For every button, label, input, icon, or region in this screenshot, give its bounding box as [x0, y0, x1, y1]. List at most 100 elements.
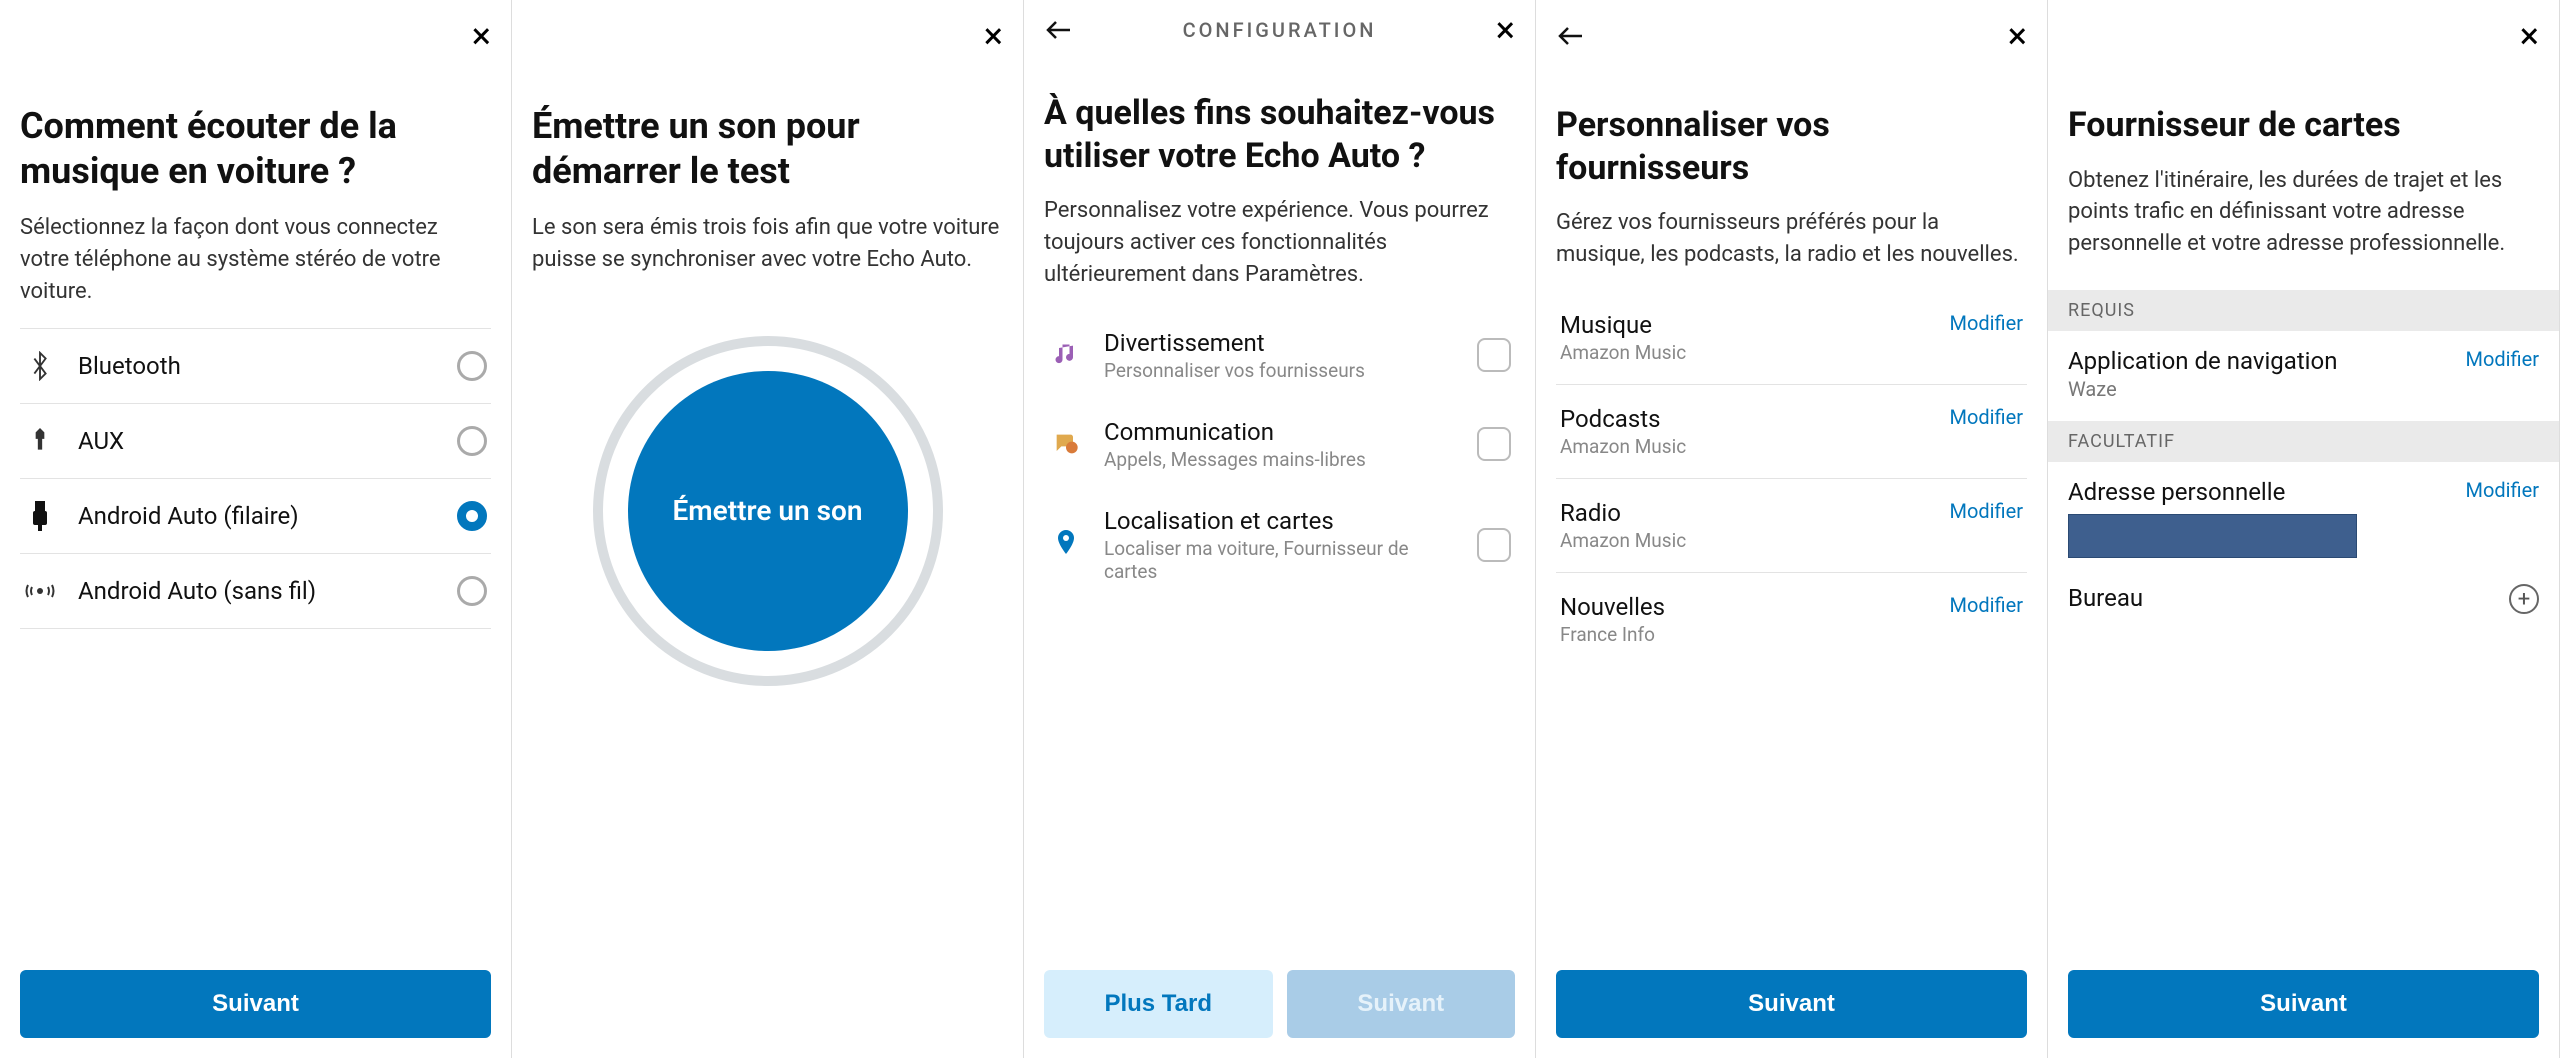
topbar: × — [1536, 0, 2047, 64]
provider-value: Amazon Music — [1560, 529, 1686, 552]
radio-unchecked[interactable] — [457, 576, 487, 606]
footer: Suivant — [0, 950, 511, 1058]
feature-checkbox[interactable] — [1477, 427, 1511, 461]
provider-value: Amazon Music — [1560, 341, 1686, 364]
close-icon[interactable]: × — [472, 18, 491, 54]
provider-title: Radio — [1560, 499, 1686, 527]
providers-list: Musique Amazon Music Modifier Podcasts A… — [1556, 291, 2027, 666]
music-note-icon — [1048, 341, 1084, 369]
feature-text: Divertissement Personnaliser vos fournis… — [1104, 329, 1457, 382]
provider-music: Musique Amazon Music Modifier — [1556, 291, 2027, 385]
office-address-row: Bureau + — [2068, 568, 2539, 624]
close-icon[interactable]: × — [2008, 18, 2027, 54]
nav-app-value: Waze — [2068, 377, 2337, 401]
next-button[interactable]: Suivant — [2068, 970, 2539, 1038]
wireless-icon — [24, 579, 56, 603]
modify-link[interactable]: Modifier — [1950, 499, 2023, 523]
aux-jack-icon — [24, 427, 56, 455]
feature-entertainment[interactable]: Divertissement Personnaliser vos fournis… — [1044, 311, 1515, 400]
provider-title: Podcasts — [1560, 405, 1686, 433]
provider-value: Amazon Music — [1560, 435, 1686, 458]
modify-link[interactable]: Modifier — [1950, 311, 2023, 335]
sound-button-wrap: Émettre un son — [532, 336, 1003, 686]
topbar: × — [2048, 0, 2559, 64]
feature-checkbox[interactable] — [1477, 528, 1511, 562]
home-address-input[interactable] — [2068, 514, 2357, 558]
nav-app-row: Application de navigation Waze Modifier — [2068, 331, 2539, 411]
modify-link[interactable]: Modifier — [2466, 347, 2539, 371]
close-icon[interactable]: × — [984, 18, 1003, 54]
modify-link[interactable]: Modifier — [1950, 593, 2023, 617]
feature-text: Localisation et cartes Localiser ma voit… — [1104, 507, 1457, 583]
option-label: Bluetooth — [78, 352, 435, 380]
feature-location[interactable]: Localisation et cartes Localiser ma voit… — [1044, 489, 1515, 601]
home-address-label: Adresse personnelle — [2068, 478, 2454, 506]
option-label: AUX — [78, 427, 435, 455]
page-title: À quelles fins souhaitez-vous utiliser v… — [1044, 92, 1515, 177]
panel-map-provider: × Fournisseur de cartes Obtenez l'itinér… — [2048, 0, 2560, 1058]
page-subtitle: Personnalisez votre expérience. Vous pou… — [1044, 195, 1515, 291]
nav-app-label: Application de navigation — [2068, 347, 2337, 375]
content: Personnaliser vos fournisseurs Gérez vos… — [1536, 64, 2047, 950]
next-button[interactable]: Suivant — [20, 970, 491, 1038]
add-office-icon[interactable]: + — [2509, 584, 2539, 614]
topbar: CONFIGURATION × — [1024, 0, 1535, 52]
page-subtitle: Gérez vos fournisseurs préférés pour la … — [1556, 207, 2027, 271]
next-button[interactable]: Suivant — [1556, 970, 2027, 1038]
panel-configuration: CONFIGURATION × À quelles fins souhaitez… — [1024, 0, 1536, 1058]
panel-audio-connection: × Comment écouter de la musique en voitu… — [0, 0, 512, 1058]
content: À quelles fins souhaitez-vous utiliser v… — [1024, 52, 1535, 950]
feature-text: Communication Appels, Messages mains-lib… — [1104, 418, 1457, 471]
chat-bubble-icon — [1048, 430, 1084, 458]
option-label: Android Auto (sans fil) — [78, 577, 435, 605]
emit-sound-button[interactable]: Émettre un son — [628, 371, 908, 651]
sound-button-ring: Émettre un son — [593, 336, 943, 686]
modify-link[interactable]: Modifier — [1950, 405, 2023, 429]
page-title: Comment écouter de la musique en voiture… — [20, 104, 491, 194]
provider-radio: Radio Amazon Music Modifier — [1556, 479, 2027, 573]
page-title: Personnaliser vos fournisseurs — [1556, 104, 2027, 189]
provider-value: France Info — [1560, 623, 1665, 646]
option-bluetooth[interactable]: Bluetooth — [20, 328, 491, 404]
options-list: Bluetooth AUX Android Auto (filaire) — [20, 328, 491, 629]
content: Fournisseur de cartes Obtenez l'itinérai… — [2048, 64, 2559, 950]
feature-title: Communication — [1104, 418, 1457, 446]
footer: Suivant — [2048, 950, 2559, 1058]
later-button[interactable]: Plus Tard — [1044, 970, 1273, 1038]
feature-subtitle: Appels, Messages mains-libres — [1104, 448, 1457, 471]
panel-customize-providers: × Personnaliser vos fournisseurs Gérez v… — [1536, 0, 2048, 1058]
provider-news: Nouvelles France Info Modifier — [1556, 573, 2027, 666]
location-pin-icon — [1048, 530, 1084, 560]
back-arrow-icon[interactable] — [1044, 18, 1074, 42]
feature-title: Localisation et cartes — [1104, 507, 1457, 535]
feature-communication[interactable]: Communication Appels, Messages mains-lib… — [1044, 400, 1515, 489]
back-arrow-icon[interactable] — [1556, 24, 1586, 48]
topbar: × — [512, 0, 1023, 64]
page-subtitle: Sélectionnez la façon dont vous connecte… — [20, 212, 491, 308]
provider-title: Musique — [1560, 311, 1686, 339]
features-list: Divertissement Personnaliser vos fournis… — [1044, 311, 1515, 601]
topbar: × — [0, 0, 511, 64]
modify-link[interactable]: Modifier — [2466, 478, 2539, 502]
close-icon[interactable]: × — [1496, 12, 1515, 48]
provider-podcasts: Podcasts Amazon Music Modifier — [1556, 385, 2027, 479]
panel-sound-test: × Émettre un son pour démarrer le test L… — [512, 0, 1024, 1058]
close-icon[interactable]: × — [2520, 18, 2539, 54]
page-title: Fournisseur de cartes — [2068, 104, 2539, 147]
content: Émettre un son pour démarrer le test Le … — [512, 64, 1023, 1058]
page-subtitle: Le son sera émis trois fois afin que vot… — [532, 212, 1003, 276]
option-aux[interactable]: AUX — [20, 404, 491, 479]
feature-checkbox[interactable] — [1477, 338, 1511, 372]
page-subtitle: Obtenez l'itinéraire, les durées de traj… — [2068, 165, 2539, 261]
feature-title: Divertissement — [1104, 329, 1457, 357]
usb-plug-icon — [24, 501, 56, 531]
radio-unchecked[interactable] — [457, 351, 487, 381]
radio-unchecked[interactable] — [457, 426, 487, 456]
provider-title: Nouvelles — [1560, 593, 1665, 621]
option-android-auto-wired[interactable]: Android Auto (filaire) — [20, 479, 491, 554]
radio-checked[interactable] — [457, 501, 487, 531]
option-android-auto-wireless[interactable]: Android Auto (sans fil) — [20, 554, 491, 629]
content: Comment écouter de la musique en voiture… — [0, 64, 511, 950]
bluetooth-icon — [24, 351, 56, 381]
option-label: Android Auto (filaire) — [78, 502, 435, 530]
